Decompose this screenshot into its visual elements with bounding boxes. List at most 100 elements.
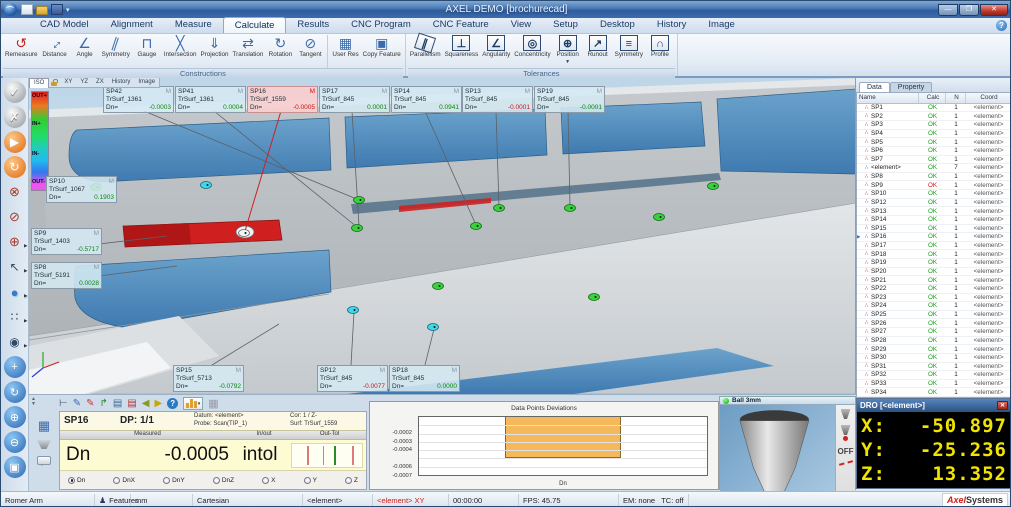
window-control-button[interactable]: — bbox=[938, 3, 958, 16]
table-row[interactable]: ▶ ∴ SP13 OK 1 <element> bbox=[857, 207, 1010, 216]
toolbar-icon[interactable]: ⊢ bbox=[59, 398, 68, 410]
scan-path-icon[interactable] bbox=[838, 460, 853, 466]
table-row[interactable]: ▶ ∴ SP16 OK 1 <element> bbox=[857, 233, 1010, 242]
close-icon[interactable]: ✕ bbox=[997, 401, 1008, 410]
ribbon-button[interactable]: ◎ Concentricity ▼ bbox=[512, 35, 552, 68]
table-row[interactable]: ▶ ∴ SP32 OK 1 <element> bbox=[857, 371, 1010, 380]
toolbar-icon[interactable]: ✎ bbox=[86, 398, 94, 410]
toolbar-icon[interactable]: ▤ bbox=[113, 398, 122, 410]
table-row[interactable]: ▶ ∴ SP5 OK 1 <element> bbox=[857, 138, 1010, 147]
status-cell[interactable]: ♟ Cartesian bbox=[193, 493, 303, 506]
status-cell[interactable]: ♟ Romer Arm bbox=[1, 493, 95, 506]
view-tab[interactable]: History bbox=[108, 78, 135, 87]
table-row[interactable]: ▶ ∴ SP33 OK 1 <element> bbox=[857, 380, 1010, 389]
ribbon-button[interactable]: ↺ Remeasure ▼ bbox=[3, 35, 40, 68]
sidebar-tool-icon[interactable]: ↖ ▶ bbox=[4, 256, 27, 278]
table-row[interactable]: ▶ ∴ SP20 OK 1 <element> bbox=[857, 268, 1010, 277]
toolbar-icon[interactable]: ? bbox=[167, 398, 179, 409]
ribbon-button[interactable]: ⇓ Projection ▼ bbox=[198, 35, 230, 68]
sidebar-tool-icon[interactable]: ✗ ▶ bbox=[3, 106, 26, 128]
table-row[interactable]: ▶ ∴ SP19 OK 1 <element> bbox=[857, 259, 1010, 268]
status-cell[interactable]: ♟ FPS: 45.75 bbox=[519, 493, 619, 506]
sidebar-tool-icon[interactable]: ⊖ ▶ bbox=[3, 431, 26, 453]
ribbon-button[interactable]: ↗ Runout ▼ bbox=[583, 35, 613, 68]
help-icon[interactable]: ? bbox=[996, 20, 1007, 31]
table-row[interactable]: ▶ ∴ SP7 OK 1 <element> bbox=[857, 156, 1010, 165]
panel-tab[interactable]: Property bbox=[889, 82, 933, 92]
parameter-radio[interactable]: X bbox=[262, 476, 276, 484]
table-row[interactable]: ▶ ∴ SP6 OK 1 <element> bbox=[857, 147, 1010, 156]
ribbon-button[interactable]: ▣ Copy Feature ▼ bbox=[361, 35, 403, 68]
ribbon-button[interactable]: ∥ Parallelism ▼ bbox=[408, 32, 443, 68]
status-cell[interactable]: ♟ EM: none TC: off bbox=[619, 493, 689, 506]
parameter-radio[interactable]: DnZ bbox=[212, 476, 234, 484]
status-cell[interactable]: ♟ <element> bbox=[303, 493, 373, 506]
view-tab[interactable]: YZ bbox=[76, 78, 92, 87]
table-row[interactable]: ▶ ∴ SP4 OK 1 <element> bbox=[857, 130, 1010, 139]
table-row[interactable]: ▶ ∴ SP8 OK 1 <element> bbox=[857, 173, 1010, 182]
menu-tab[interactable]: History bbox=[646, 17, 698, 33]
sidebar-tool-icon[interactable]: ▣ ▶ bbox=[3, 456, 26, 478]
grid-view-icon[interactable]: ▦ bbox=[208, 397, 218, 410]
parameter-radio[interactable]: Y bbox=[303, 476, 317, 484]
menu-tab[interactable]: Measure bbox=[164, 17, 223, 33]
menu-tab[interactable]: Desktop bbox=[589, 17, 646, 33]
toolbar-icon[interactable]: ↱ bbox=[100, 398, 108, 410]
table-row[interactable]: ▶ ∴ SP23 OK 1 <element> bbox=[857, 294, 1010, 303]
menu-tab[interactable]: Results bbox=[286, 17, 340, 33]
sidebar-tool-icon[interactable]: ↻ ▶ bbox=[3, 381, 26, 403]
ribbon-button[interactable]: ∠ Angle ▼ bbox=[70, 35, 100, 68]
table-row[interactable]: ▶ ∴ SP1 OK 1 <element> bbox=[857, 104, 1010, 113]
ribbon-button[interactable]: ⊘ Tangent ▼ bbox=[295, 35, 325, 68]
status-cell[interactable]: ♟ Features bbox=[95, 493, 139, 506]
table-row[interactable]: ▶ ∴ SP21 OK 1 <element> bbox=[857, 276, 1010, 285]
sidebar-tool-icon[interactable]: ⊗ ▶ bbox=[4, 181, 26, 203]
ribbon-button[interactable]: ∠ Angularity ▼ bbox=[480, 35, 512, 68]
sidebar-tool-icon[interactable]: + ▶ bbox=[3, 356, 26, 378]
probe-view-icon[interactable] bbox=[37, 440, 51, 449]
panel-tab[interactable]: Data bbox=[859, 82, 890, 92]
status-cell[interactable]: ♟ mm bbox=[131, 493, 193, 506]
probe-off-status[interactable]: OFF bbox=[838, 447, 854, 456]
comment-icon[interactable] bbox=[37, 456, 51, 466]
panel-scroll-buttons[interactable]: ▲ ▼ bbox=[31, 397, 36, 407]
menu-tab[interactable]: Alignment bbox=[100, 17, 164, 33]
sidebar-tool-icon[interactable]: ∷ ▶ bbox=[4, 306, 28, 328]
sidebar-tool-icon[interactable]: ✓ ▶ bbox=[3, 81, 26, 103]
table-row[interactable]: ▶ ∴ SP30 OK 1 <element> bbox=[857, 354, 1010, 363]
menu-tab[interactable]: CNC Feature bbox=[422, 17, 500, 33]
table-row[interactable]: ▶ ∴ SP22 OK 1 <element> bbox=[857, 285, 1010, 294]
ribbon-button[interactable]: ↻ Rotation ▼ bbox=[265, 35, 295, 68]
window-control-button[interactable]: ❐ bbox=[959, 3, 979, 16]
sidebar-tool-icon[interactable]: ⊕ ▶ bbox=[3, 406, 26, 428]
menu-tab[interactable]: Calculate bbox=[222, 17, 287, 33]
ribbon-button[interactable]: ⊥ Squareness ▼ bbox=[443, 35, 481, 68]
table-row[interactable]: ▶ ∴ SP3 OK 1 <element> bbox=[857, 121, 1010, 130]
dro-title-bar[interactable]: DRO [<element>] ✕ bbox=[857, 399, 1010, 412]
table-row[interactable]: ▶ ∴ SP18 OK 1 <element> bbox=[857, 250, 1010, 259]
ribbon-button[interactable]: ≡ Symmetry ▼ bbox=[613, 35, 645, 68]
ribbon-button[interactable]: ⇄ Translation ▼ bbox=[230, 35, 265, 68]
toolbar-icon[interactable]: ✎ bbox=[73, 398, 81, 410]
menu-tab[interactable]: Setup bbox=[542, 17, 589, 33]
table-row[interactable]: ▶ ∴ SP12 OK 1 <element> bbox=[857, 199, 1010, 208]
sidebar-tool-icon[interactable]: ◉ ▶ bbox=[4, 331, 27, 353]
parameter-radio[interactable]: Dn bbox=[68, 476, 85, 484]
sidebar-tool-icon[interactable]: ↻ ▶ bbox=[3, 156, 26, 178]
table-row[interactable]: ▶ ∴ SP34 OK 1 <element> bbox=[857, 388, 1010, 397]
chart-view-button[interactable]: ▾ bbox=[183, 397, 204, 410]
menu-tab[interactable]: View bbox=[500, 17, 542, 33]
probe-icon[interactable] bbox=[840, 409, 851, 419]
table-view-icon[interactable]: ▦ bbox=[38, 419, 50, 433]
table-row[interactable]: ▶ ∴ SP25 OK 1 <element> bbox=[857, 311, 1010, 320]
table-row[interactable]: ▶ ∴ SP31 OK 1 <element> bbox=[857, 363, 1010, 372]
toolbar-icon[interactable]: ▤ bbox=[127, 398, 136, 410]
ribbon-button[interactable]: ⊓ Gauge ▼ bbox=[132, 35, 162, 68]
table-row[interactable]: ▶ ∴ SP27 OK 1 <element> bbox=[857, 328, 1010, 337]
table-row[interactable]: ▶ ∴ SP14 OK 1 <element> bbox=[857, 216, 1010, 225]
view-tab[interactable]: ISO bbox=[29, 78, 50, 88]
window-control-button[interactable]: ✕ bbox=[980, 3, 1008, 16]
table-row[interactable]: ▶ ∴ SP17 OK 1 <element> bbox=[857, 242, 1010, 251]
ribbon-button[interactable]: ▦ User Res ▼ bbox=[327, 35, 360, 68]
sidebar-tool-icon[interactable]: ⊕ ▶ bbox=[4, 231, 27, 253]
